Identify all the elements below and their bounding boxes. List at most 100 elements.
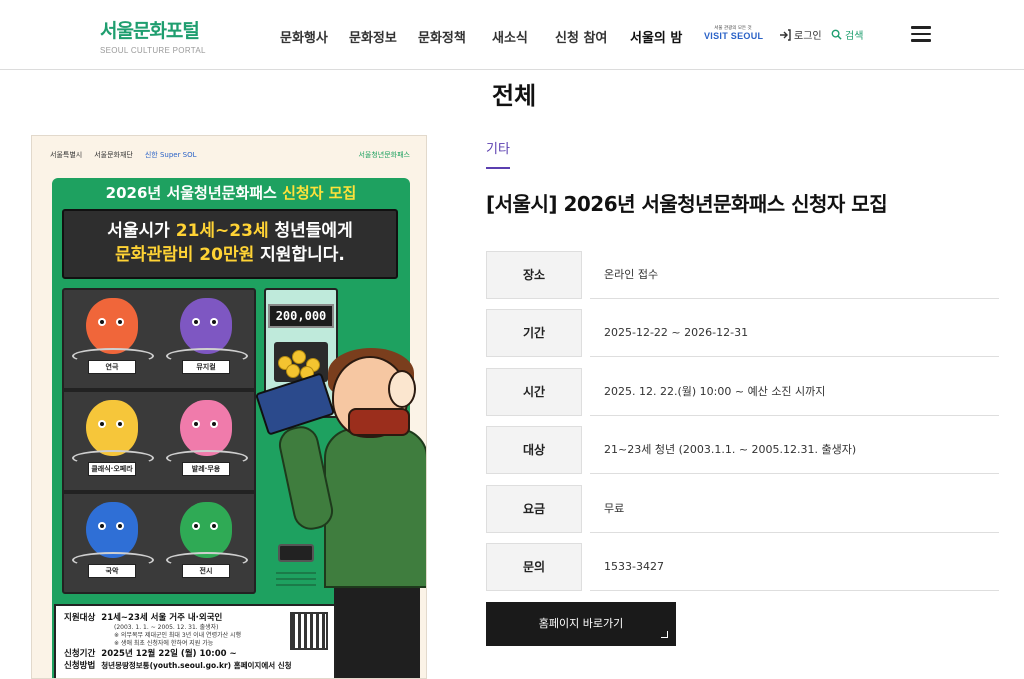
info-value: 2025년 12월 22일 (월) 10:00 ~ — [101, 649, 237, 659]
post-title: [서울시] 2026년 서울청년문화패스 신청자 모집 — [486, 192, 888, 216]
character-theater: 연극 — [68, 292, 158, 388]
nav-application[interactable]: 신청 참여 — [555, 27, 607, 46]
row-target: 대상 21~23세 청년 (2003.1.1. ~ 2005.12.31. 출생… — [486, 426, 999, 474]
nav-cultural-info[interactable]: 문화정보 — [349, 27, 397, 46]
corner-arrow-icon — [661, 631, 668, 638]
search-label: 검색 — [845, 31, 864, 42]
search-icon — [831, 29, 842, 40]
screen-line-1: 서울시가 21세~23세 청년들에게 — [64, 219, 396, 243]
nav-cultural-events[interactable]: 문화행사 — [280, 27, 328, 46]
info-target: 지원대상 21세~23세 서울 거주 내·외국인 — [64, 612, 326, 624]
character-blob — [180, 400, 232, 456]
row-period: 기간 2025-12-22 ~ 2026-12-31 — [486, 309, 999, 357]
row-value: 2025-12-22 ~ 2026-12-31 — [590, 309, 999, 357]
info-period: 신청기간 2025년 12월 22일 (월) 10:00 ~ — [64, 648, 326, 660]
row-value: 1533-3427 — [590, 543, 999, 591]
character-gugak: 국악 — [68, 496, 158, 592]
screen-highlight: 21세~23세 — [175, 221, 269, 241]
visit-seoul-link[interactable]: 서울 관광의 모든 것 VISIT SEOUL — [704, 25, 764, 41]
screen-line-2: 문화관람비 20만원 지원합니다. — [64, 243, 396, 267]
row-label: 문의 — [486, 543, 582, 591]
row-label: 요금 — [486, 485, 582, 533]
genre-tag: 발레·무용 — [182, 462, 230, 476]
login-button[interactable]: 로그인 — [779, 27, 822, 42]
info-method: 신청방법 청년몽땅정보통(youth.seoul.go.kr) 홈페이지에서 신청 — [64, 660, 326, 672]
vending-shelves: 연극 뮤지컬 클래식·오페라 발레·무용 국악 전시 — [62, 288, 256, 594]
row-fee: 요금 무료 — [486, 485, 999, 533]
row-venue: 장소 온라인 접수 — [486, 251, 999, 299]
character-blob — [86, 502, 138, 558]
genre-tag: 국악 — [88, 564, 136, 578]
shelf-divider — [64, 388, 254, 392]
page-title: 전체 — [492, 82, 537, 110]
row-value: 무료 — [590, 485, 999, 533]
poster-screen: 서울시가 21세~23세 청년들에게 문화관람비 20만원 지원합니다. — [62, 209, 398, 279]
info-sub: (2003. 1. 1. ~ 2005. 12. 31. 출생자) — [114, 624, 219, 631]
screen-highlight: 문화관람비 20만원 — [115, 245, 255, 265]
logo-title: 서울문화포털 — [100, 20, 200, 42]
search-button[interactable]: 검색 — [831, 27, 863, 42]
info-value: 21세~23세 서울 거주 내·외국인 — [101, 613, 223, 623]
info-value: 청년몽땅정보통(youth.seoul.go.kr) 홈페이지에서 신청 — [101, 661, 292, 670]
row-value: 온라인 접수 — [590, 251, 999, 299]
character-scarf — [348, 408, 410, 436]
info-label: 신청기간 — [64, 649, 96, 659]
character-blob — [86, 298, 138, 354]
row-value: 2025. 12. 22.(월) 10:00 ~ 예산 소진 시까지 — [590, 368, 999, 416]
nav-cultural-policy[interactable]: 문화정책 — [418, 27, 466, 46]
row-label: 기간 — [486, 309, 582, 357]
logo-seoul-foundation: 서울문화재단 — [94, 151, 133, 159]
logo-youth-pass: 서울청년문화패스 — [358, 151, 410, 159]
screen-text: 서울시가 — [107, 221, 176, 241]
homepage-link-button[interactable]: 홈페이지 바로가기 — [486, 602, 676, 646]
logo-seoul-city: 서울특별시 — [50, 151, 83, 159]
genre-tag: 클래식·오페라 — [88, 462, 136, 476]
logo-subtitle: SEOUL CULTURE PORTAL — [100, 46, 206, 55]
logo-shinhan: 신한 Super SOL — [144, 151, 197, 159]
row-label: 대상 — [486, 426, 582, 474]
character-blob — [180, 502, 232, 558]
info-sub: ※ 의무복무 제대군인 최대 3년 이내 연령가산 시행 — [114, 632, 242, 639]
character-classical: 클래식·오페라 — [68, 394, 158, 490]
row-label: 장소 — [486, 251, 582, 299]
amount-counter: 200,000 — [268, 304, 334, 328]
nav-seoul-night[interactable]: 서울의 밤 — [630, 27, 682, 46]
character-legs — [334, 584, 420, 678]
shelf-divider — [64, 490, 254, 494]
character-body — [324, 428, 426, 588]
qr-code — [290, 612, 328, 650]
poster-sponsor-logos: 서울특별시 서울문화재단 신한 Super SOL 서울청년문화패스 — [50, 150, 410, 160]
category-label: 기타 — [486, 142, 510, 157]
banner-text: 2026년 서울청년문화패스 — [105, 184, 283, 202]
character-blob — [86, 400, 138, 456]
character-exhibition: 전시 — [162, 496, 252, 592]
output-slot — [278, 544, 314, 562]
screen-text: 청년들에게 — [268, 221, 353, 241]
character-blob — [180, 298, 232, 354]
category-underline — [486, 167, 510, 169]
character-earmuff — [388, 370, 416, 408]
info-sub: ※ 생애 최초 신청자에 한하여 지원 가능 — [114, 640, 214, 647]
machine-vents — [276, 572, 316, 590]
row-contact: 문의 1533-3427 — [486, 543, 999, 591]
homepage-button-label: 홈페이지 바로가기 — [538, 617, 624, 630]
login-arrow-icon — [780, 28, 791, 41]
poster-banner: 2026년 서울청년문화패스 신청자 모집 — [68, 182, 394, 203]
hamburger-menu-icon[interactable] — [911, 26, 931, 42]
screen-text: 지원합니다. — [254, 245, 345, 265]
nav-news[interactable]: 새소식 — [492, 27, 528, 46]
row-value: 21~23세 청년 (2003.1.1. ~ 2005.12.31. 출생자) — [590, 426, 999, 474]
character-ballet: 발레·무용 — [162, 394, 252, 490]
row-time: 시간 2025. 12. 22.(월) 10:00 ~ 예산 소진 시까지 — [486, 368, 999, 416]
genre-tag: 연극 — [88, 360, 136, 374]
visit-seoul-label: VISIT SEOUL — [704, 31, 764, 41]
event-poster: 서울특별시 서울문화재단 신한 Super SOL 서울청년문화패스 2026년… — [31, 135, 427, 679]
login-label: 로그인 — [794, 31, 822, 42]
site-header: 서울문화포털 SEOUL CULTURE PORTAL 문화행사 문화정보 문화… — [0, 0, 1024, 70]
character-musical: 뮤지컬 — [162, 292, 252, 388]
info-label: 지원대상 — [64, 613, 96, 623]
banner-highlight: 신청자 모집 — [282, 184, 357, 202]
genre-tag: 뮤지컬 — [182, 360, 230, 374]
info-label: 신청방법 — [64, 661, 96, 671]
site-logo[interactable]: 서울문화포털 SEOUL CULTURE PORTAL — [100, 16, 210, 55]
